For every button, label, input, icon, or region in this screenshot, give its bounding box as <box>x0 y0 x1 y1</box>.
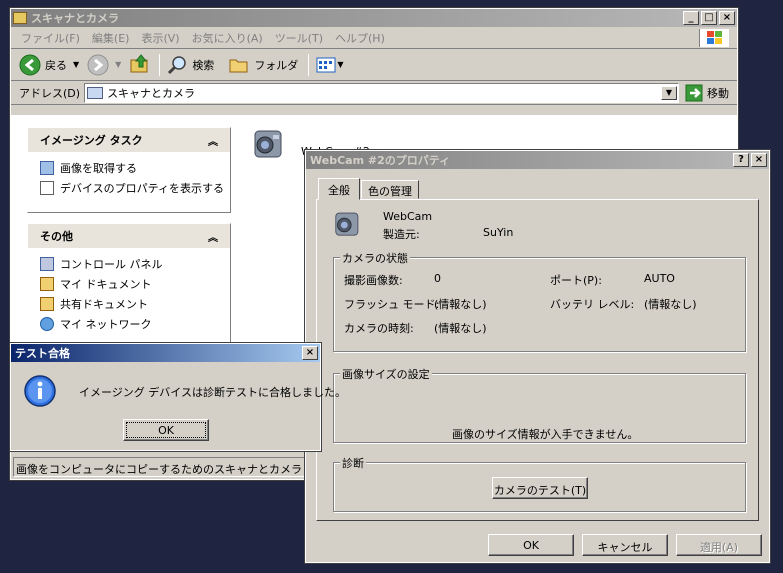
flash-value: (情報なし) <box>434 298 487 311</box>
search-button[interactable]: 検索 <box>166 54 214 76</box>
collapse-chevron-icon[interactable]: ︽ <box>208 133 218 148</box>
menu-favorites[interactable]: お気に入り(A) <box>192 30 263 46</box>
maximize-icon[interactable]: □ <box>701 11 717 25</box>
folder-camera-icon <box>13 12 27 24</box>
back-button[interactable]: 戻る ▼ <box>19 54 79 76</box>
close-icon[interactable]: × <box>751 153 767 167</box>
test-passed-titlebar[interactable]: テスト合格 × <box>11 344 320 362</box>
shots-value: 0 <box>434 272 441 285</box>
apply-button[interactable]: 適用(A) <box>676 534 762 556</box>
address-dropdown-icon[interactable]: ▼ <box>661 85 677 100</box>
forward-dropdown-icon[interactable]: ▼ <box>115 60 121 69</box>
close-icon[interactable]: × <box>719 11 735 25</box>
place-my-documents[interactable]: マイ ドキュメント <box>28 274 230 294</box>
close-icon[interactable]: × <box>302 346 318 360</box>
forward-arrow-icon <box>87 54 109 75</box>
shots-label: 撮影画像数: <box>344 274 403 287</box>
device-label: WebCam <box>383 210 433 223</box>
up-folder-icon <box>130 54 148 73</box>
collapse-chevron-icon[interactable]: ︽ <box>208 229 218 244</box>
ok-button[interactable]: OK <box>488 534 574 556</box>
info-icon <box>24 375 56 407</box>
test-passed-message: イメージング デバイスは診断テストに合格しました。 <box>79 386 346 399</box>
tab-panel-general: WebCam 製造元: SuYin カメラの状態 撮影画像数: 0 ポート(P)… <box>316 199 759 521</box>
tab-general[interactable]: 全般 <box>318 178 360 200</box>
help-icon[interactable]: ? <box>733 153 749 167</box>
folders-button[interactable]: フォルダ <box>228 55 298 75</box>
size-info-message: 画像のサイズ情報が入手できません。 <box>452 428 639 441</box>
menu-file[interactable]: ファイル(F) <box>21 30 80 46</box>
menu-help[interactable]: ヘルプ(H) <box>335 30 385 46</box>
diagnostics-group: 診断 カメラのテスト(T) <box>333 455 746 512</box>
get-pictures-icon <box>40 161 54 175</box>
search-icon <box>168 55 187 74</box>
battery-label: バッテリ レベル: <box>550 298 635 311</box>
control-panel-icon <box>40 257 54 271</box>
properties-titlebar[interactable]: WebCam #2のプロパティ ? × <box>306 151 769 169</box>
place-shared-documents[interactable]: 共有ドキュメント <box>28 294 230 314</box>
task-device-properties[interactable]: デバイスのプロパティを表示する <box>28 178 230 198</box>
port-value: AUTO <box>644 272 675 285</box>
place-my-network[interactable]: マイ ネットワーク <box>28 314 230 334</box>
views-button[interactable]: ▼ <box>315 55 343 75</box>
menu-tools[interactable]: ツール(T) <box>275 30 323 46</box>
minimize-icon[interactable]: _ <box>683 11 699 25</box>
tab-color-management[interactable]: 色の管理 <box>361 180 419 199</box>
webcam-icon <box>254 130 282 158</box>
test-camera-button[interactable]: カメラのテスト(T) <box>492 477 588 499</box>
menu-edit[interactable]: 編集(E) <box>92 30 130 46</box>
scanner-camera-folder-icon <box>87 86 104 99</box>
forward-button[interactable]: ▼ <box>87 54 121 76</box>
address-label: アドレス(D) <box>19 86 81 100</box>
explorer-titlebar[interactable]: スキャナとカメラ _ □ × <box>11 9 737 27</box>
port-label: ポート(P): <box>550 274 602 287</box>
webcam-icon <box>335 212 359 236</box>
back-arrow-icon <box>19 54 41 75</box>
folders-icon <box>229 59 248 72</box>
toolbar: 戻る ▼ ▼ 検索 フォルダ ▼ <box>11 49 737 81</box>
menu-view[interactable]: 表示(V) <box>141 30 179 46</box>
other-places-header[interactable]: その他 ︽ <box>28 224 230 248</box>
toolbar-separator <box>159 53 161 76</box>
maker-label: 製造元: <box>383 228 420 241</box>
my-documents-icon <box>40 277 54 291</box>
address-bar: アドレス(D) スキャナとカメラ ▼ 移動 <box>11 81 737 105</box>
cancel-button[interactable]: キャンセル <box>582 534 668 556</box>
go-button[interactable]: 移動 <box>685 84 729 102</box>
properties-dialog: WebCam #2のプロパティ ? × 全般 色の管理 WebCam 製造元: … <box>304 149 771 564</box>
go-arrow-icon <box>685 84 703 101</box>
explorer-title: スキャナとカメラ <box>31 12 119 25</box>
up-folder-button[interactable] <box>129 52 151 77</box>
battery-value: (情報なし) <box>644 298 697 311</box>
place-control-panel[interactable]: コントロール パネル <box>28 254 230 274</box>
imaging-tasks-panel: イメージング タスク ︽ 画像を取得する デバイスのプロパティを表示する <box>27 127 231 213</box>
imaging-tasks-header[interactable]: イメージング タスク ︽ <box>28 128 230 152</box>
address-field[interactable]: スキャナとカメラ ▼ <box>84 82 679 103</box>
camera-status-group: カメラの状態 撮影画像数: 0 ポート(P): AUTO フラッシュ モード: … <box>333 250 746 352</box>
windows-logo-icon <box>699 29 729 47</box>
clock-label: カメラの時刻: <box>344 322 414 335</box>
image-size-group: 画像サイズの設定 画像のサイズ情報が入手できません。 <box>333 366 746 443</box>
task-get-pictures[interactable]: 画像を取得する <box>28 158 230 178</box>
other-places-panel: その他 ︽ コントロール パネル マイ ドキュメント 共有ドキュメント マイ ネ… <box>27 223 231 353</box>
test-passed-dialog: テスト合格 × イメージング デバイスは診断テストに合格しました。 OK <box>9 342 346 452</box>
properties-icon <box>40 181 54 195</box>
my-network-icon <box>40 317 54 331</box>
flash-label: フラッシュ モード: <box>344 298 440 311</box>
shared-documents-icon <box>40 297 54 311</box>
maker-value: SuYin <box>483 226 514 239</box>
ok-button[interactable]: OK <box>123 419 209 441</box>
toolbar-separator <box>308 53 310 76</box>
clock-value: (情報なし) <box>434 322 487 335</box>
views-icon <box>316 57 336 72</box>
views-dropdown-icon[interactable]: ▼ <box>337 60 343 69</box>
back-dropdown-icon[interactable]: ▼ <box>73 60 79 69</box>
menu-bar: ファイル(F) 編集(E) 表示(V) お気に入り(A) ツール(T) ヘルプ(… <box>11 27 737 49</box>
